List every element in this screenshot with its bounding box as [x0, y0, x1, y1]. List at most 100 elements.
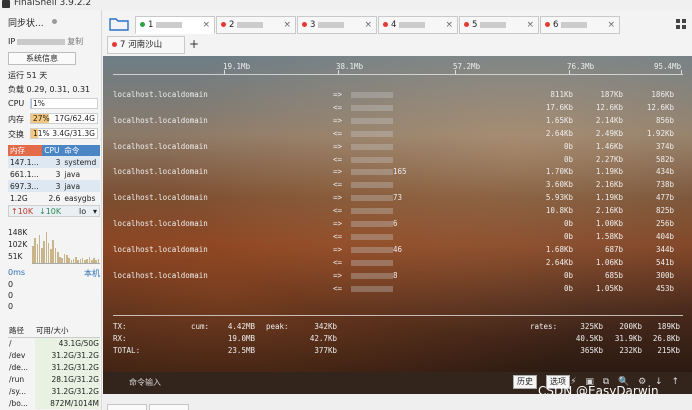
- ping-host[interactable]: 本机: [84, 268, 100, 279]
- remote-host-redacted: [351, 221, 393, 227]
- bottom-tab[interactable]: [107, 404, 147, 410]
- table-row[interactable]: 147.1... 3 systemd: [8, 156, 100, 168]
- row-rate: 738b: [655, 180, 674, 190]
- totals-rate: 365Kb: [580, 346, 603, 355]
- cpu-label: CPU: [8, 99, 25, 108]
- table-row[interactable]: /sy... 31.2G/31.2G: [8, 385, 100, 397]
- tab-label: 7 河南沙山: [120, 40, 163, 50]
- row-rate: 2.14Kb: [595, 115, 623, 125]
- remote-host-redacted: [351, 208, 393, 215]
- folder-icon[interactable]: [109, 17, 129, 31]
- totals-rule: [113, 315, 683, 316]
- tab-number: 2: [229, 20, 235, 30]
- row-rate: 477b: [655, 193, 674, 203]
- remote-host-redacted: [351, 104, 393, 111]
- row-direction: =>: [333, 90, 343, 99]
- row-rate: 187Kb: [600, 90, 623, 99]
- new-tab-button[interactable]: +: [189, 37, 199, 51]
- process-header-command[interactable]: 命令: [62, 145, 100, 156]
- session-tab-5[interactable]: 5 ×: [459, 16, 539, 34]
- row-rate: 1.58Kb: [595, 231, 623, 241]
- disk-path: /de...: [9, 362, 29, 372]
- session-tab-2[interactable]: 2 ×: [216, 16, 296, 34]
- session-tab-1[interactable]: 1 ×: [135, 16, 215, 34]
- disk-header-path[interactable]: 路径: [8, 325, 35, 338]
- session-tab-3[interactable]: 3 ×: [297, 16, 377, 34]
- close-icon[interactable]: ×: [202, 17, 210, 33]
- system-info-button[interactable]: 系统信息: [8, 52, 76, 65]
- row-rate: 1.92Kb: [646, 128, 674, 138]
- row-rate: 0b: [563, 154, 573, 164]
- session-dot-icon: [383, 22, 388, 27]
- row-host: localhost.localdomain: [113, 219, 208, 228]
- row-direction: =>: [333, 193, 343, 203]
- copy-ip-button[interactable]: 复制: [67, 37, 83, 46]
- row-rate: 1.65Kb: [545, 115, 573, 125]
- tab-number: 4: [391, 20, 397, 30]
- table-row[interactable]: /dev 31.2G/31.2G: [8, 349, 100, 361]
- table-row[interactable]: 697.3... 3 java: [8, 180, 100, 192]
- grid-view-icon[interactable]: [676, 19, 686, 29]
- process-cpu: 2.6: [48, 193, 61, 203]
- uptime: 运行 51 天: [8, 71, 48, 80]
- close-icon[interactable]: ×: [283, 17, 291, 33]
- row-direction: <=: [333, 128, 343, 138]
- table-row[interactable]: 1.2G 2.6 easygbs: [8, 192, 100, 204]
- session-tab-7[interactable]: 7 河南沙山: [107, 36, 185, 54]
- close-icon[interactable]: ×: [607, 17, 615, 33]
- table-row[interactable]: 661.1... 3 java: [8, 168, 100, 180]
- totals-rate: 31.9Kb: [614, 334, 642, 343]
- row-rate: 12.6Kb: [646, 102, 674, 112]
- row-direction: =>: [333, 115, 343, 125]
- tab-name-redacted: [399, 21, 426, 28]
- session-tab-4[interactable]: 4 ×: [378, 16, 458, 34]
- terminal-output[interactable]: 19.1Mb 38.1Mb 57.2Mb 76.3Mb 95.4Mb local…: [103, 56, 692, 372]
- ip-row: IP 复制: [8, 36, 83, 47]
- row-host: localhost.localdomain: [113, 244, 208, 254]
- interface-select[interactable]: lo: [79, 207, 86, 216]
- table-row[interactable]: /bo... 872M/1014M: [8, 397, 100, 409]
- network-bars: [32, 232, 100, 264]
- close-icon[interactable]: ×: [364, 17, 372, 33]
- remote-host-redacted: [351, 143, 393, 150]
- table-row[interactable]: /run 28.1G/31.2G: [8, 373, 100, 385]
- row-direction: <=: [333, 206, 343, 216]
- session-tab-6[interactable]: 6 ×: [540, 16, 620, 34]
- totals-rates-label: rates:: [530, 322, 558, 331]
- history-button[interactable]: 历史: [513, 375, 537, 389]
- row-rate: 2.64Kb: [545, 128, 573, 138]
- chevron-down-icon[interactable]: ▾: [93, 207, 97, 216]
- row-rate: 10.8Kb: [545, 206, 573, 216]
- close-icon[interactable]: ×: [526, 17, 534, 33]
- scale-label: 57.2Mb: [453, 62, 481, 71]
- bottom-tab[interactable]: [149, 404, 189, 410]
- row-rate: 687b: [604, 244, 623, 254]
- totals-rate: 40.5Kb: [575, 334, 603, 343]
- process-header-memory[interactable]: 内存: [8, 145, 43, 156]
- process-mem: 1.2G: [10, 193, 28, 203]
- tab-name-redacted: [561, 21, 588, 28]
- row-rate: 404b: [655, 231, 674, 241]
- title-bar: FinalShell 3.9.2.2: [0, 0, 692, 10]
- close-icon[interactable]: ×: [445, 17, 453, 33]
- net-axis-label: 148K: [8, 228, 28, 237]
- process-header-cpu[interactable]: CPU: [42, 145, 63, 156]
- ping-ms: 0ms: [8, 268, 26, 277]
- table-row[interactable]: / 43.1G/50G: [8, 337, 100, 349]
- row-rate: 1.00Kb: [595, 219, 623, 228]
- row-host: localhost.localdomain: [113, 115, 208, 125]
- remote-host-redacted: [351, 233, 393, 240]
- scale-tick: [455, 70, 456, 74]
- network-io-bar[interactable]: ↑10K ↓10K lo ▾: [8, 205, 100, 217]
- row-rate: 582b: [655, 154, 674, 164]
- row-rate: 2.49Kb: [595, 128, 623, 138]
- row-rate: 3.60Kb: [545, 180, 573, 190]
- row-host: localhost.localdomain: [113, 270, 208, 280]
- command-input[interactable]: 命令输入: [129, 377, 161, 388]
- disk-header-size[interactable]: 可用/大小: [34, 325, 100, 338]
- row-rate: 5.93Kb: [545, 193, 573, 203]
- cpu-meter-fill: [31, 99, 32, 108]
- row-rate: 825b: [655, 206, 674, 216]
- table-row[interactable]: /de... 31.2G/31.2G: [8, 361, 100, 373]
- status-dot-icon: [52, 19, 57, 24]
